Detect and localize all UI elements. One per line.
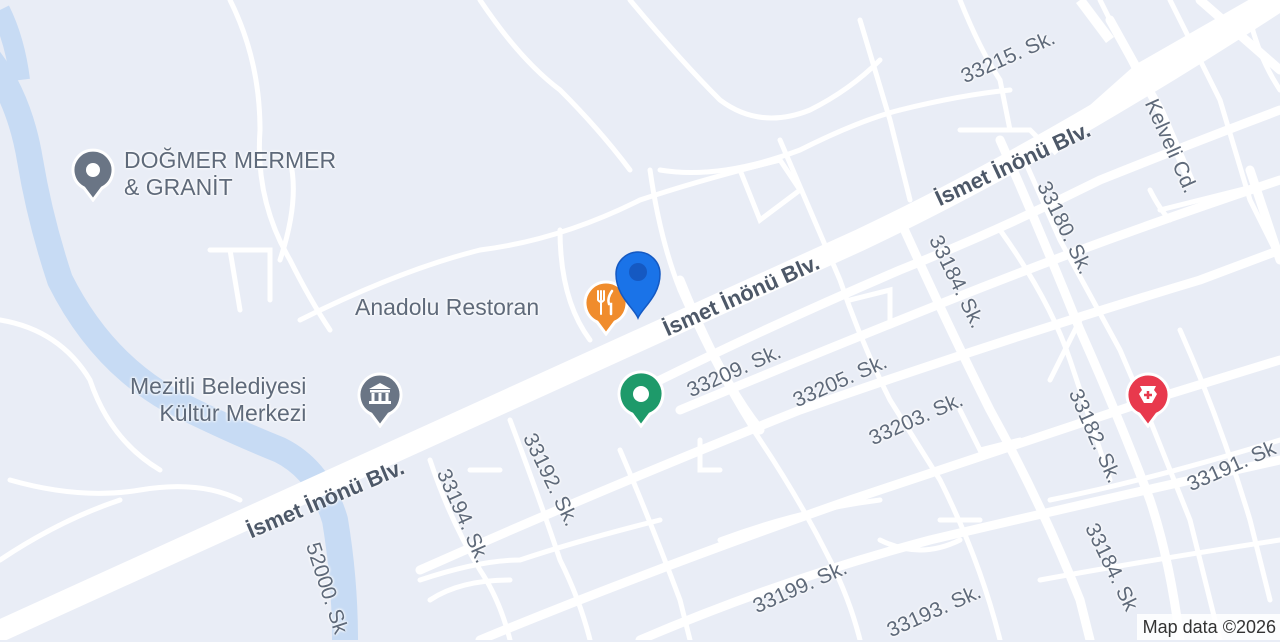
- poi-label-mezitli[interactable]: Mezitli Belediyesi Kültür Merkezi: [130, 373, 306, 427]
- map-attribution[interactable]: Map data ©2026: [1136, 614, 1280, 640]
- park-pin-icon[interactable]: [616, 370, 666, 428]
- museum-icon[interactable]: [356, 370, 404, 428]
- location-marker-icon[interactable]: [610, 244, 666, 322]
- poi-label-dogmer-line2: & GRANİT: [124, 174, 233, 200]
- place-pin-icon[interactable]: [70, 146, 116, 202]
- poi-label-dogmer-line1: DOĞMER MERMER: [124, 147, 337, 173]
- poi-label-dogmer[interactable]: DOĞMER MERMER & GRANİT: [124, 147, 336, 201]
- poi-label-mezitli-line1: Mezitli Belediyesi: [130, 373, 307, 399]
- poi-label-anadolu[interactable]: Anadolu Restoran: [355, 294, 539, 321]
- pharmacy-icon[interactable]: [1124, 370, 1172, 428]
- poi-label-mezitli-line2: Kültür Merkezi: [159, 400, 307, 426]
- streets: [415, 0, 1280, 640]
